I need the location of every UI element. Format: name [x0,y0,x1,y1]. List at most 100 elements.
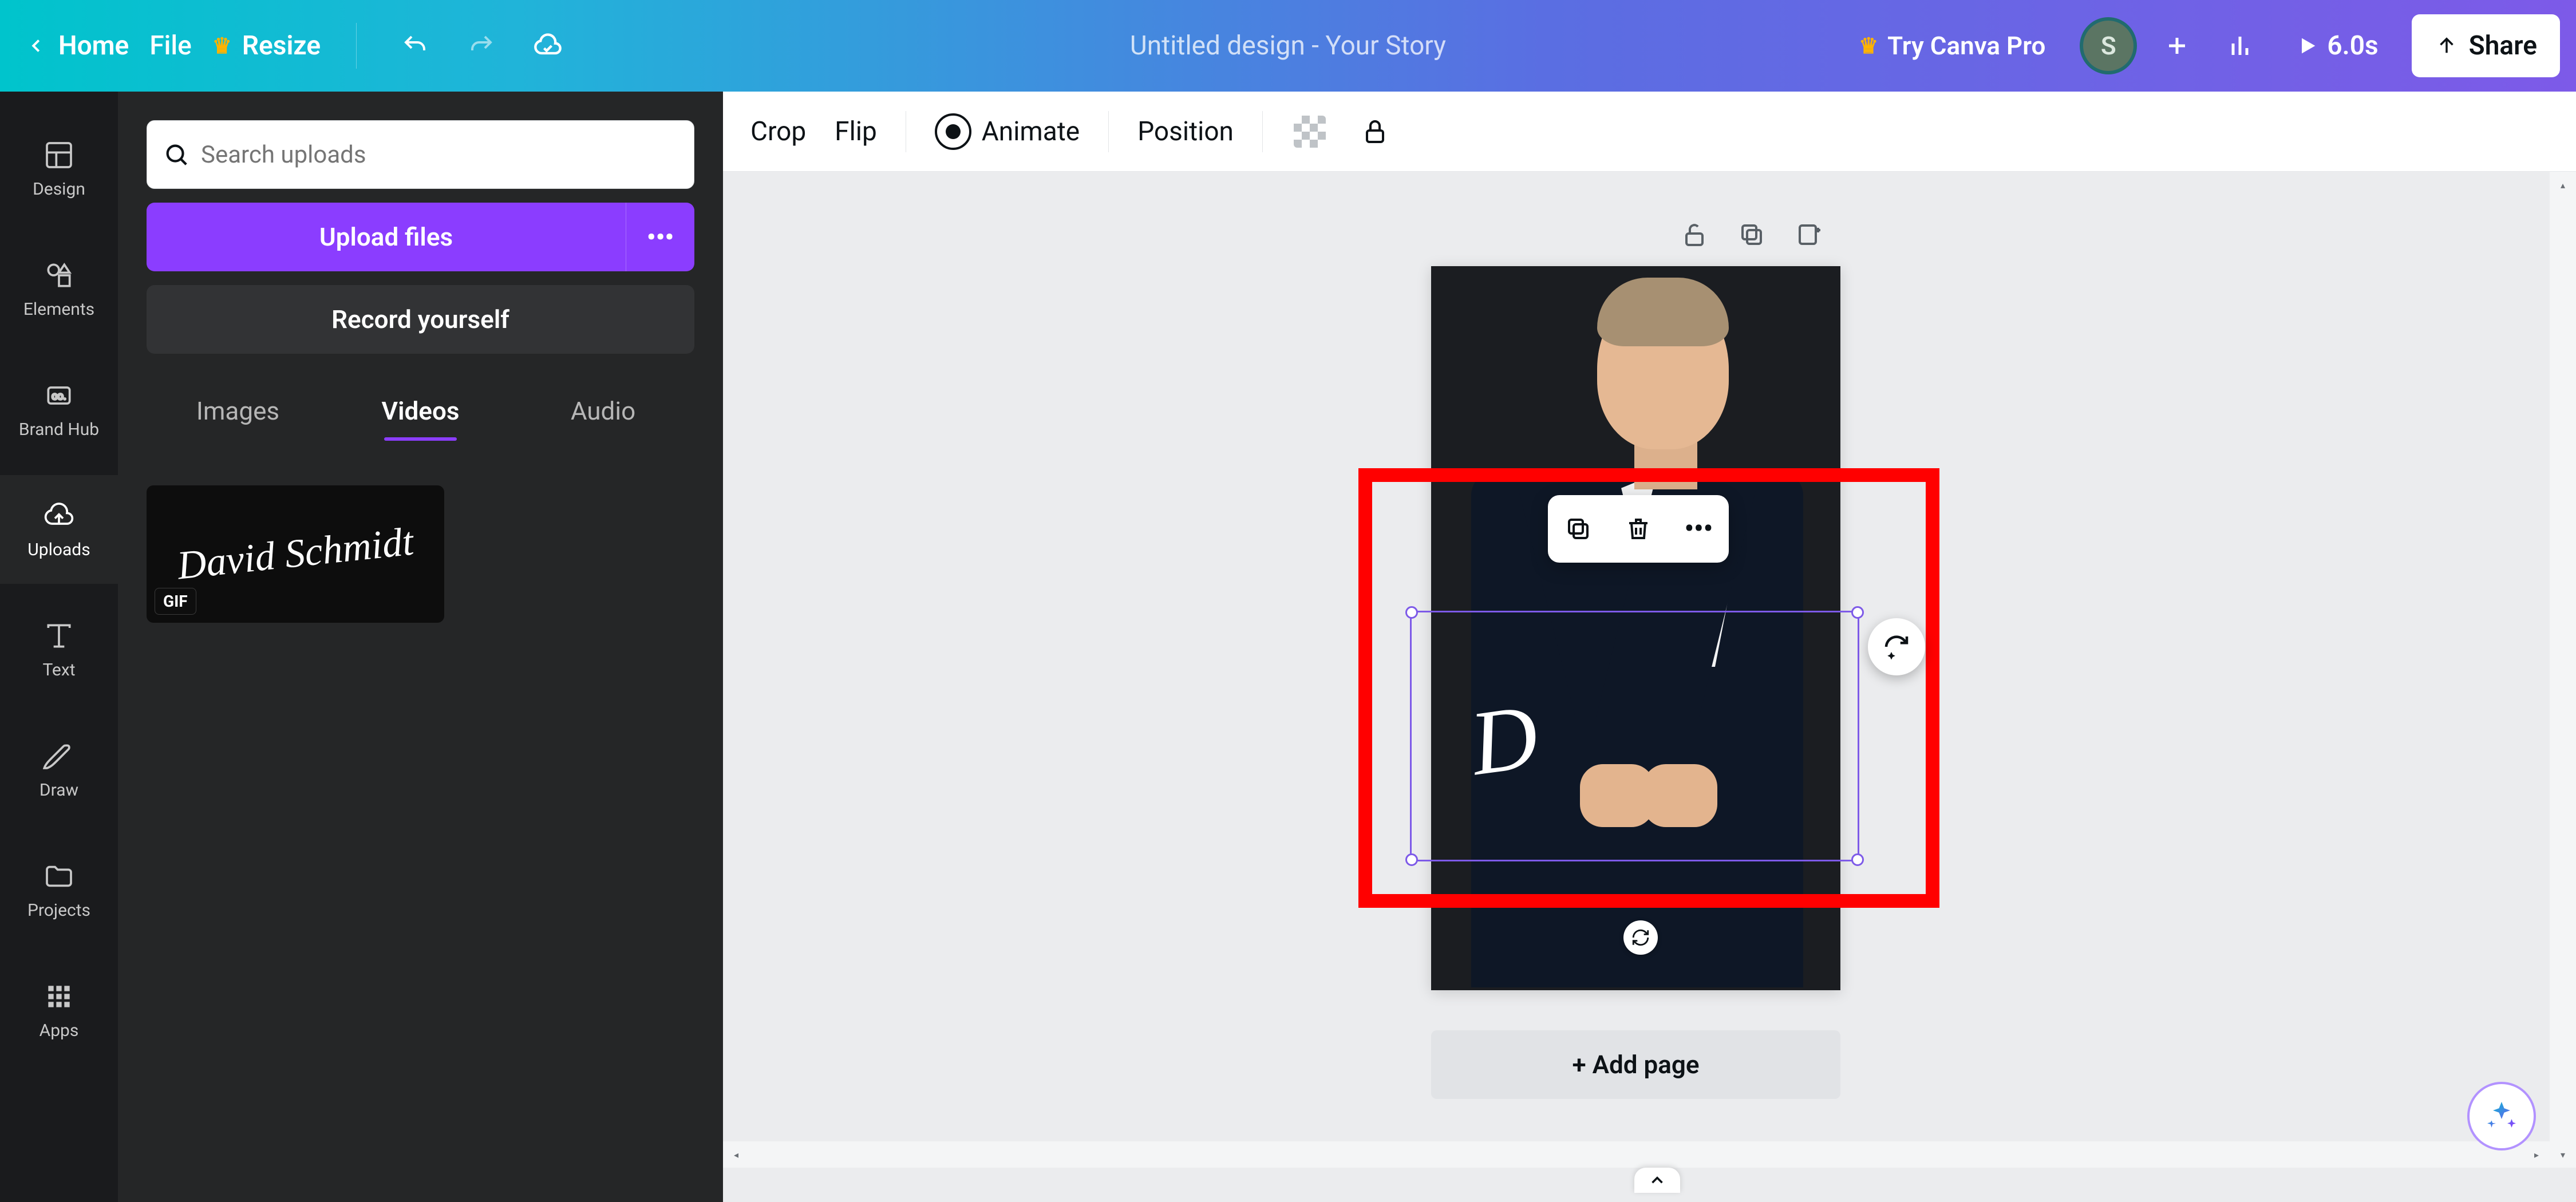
file-label: File [149,30,191,61]
signature-preview: David Schmidt [175,519,416,590]
delete-button[interactable] [1618,508,1659,549]
preview-duration-button[interactable]: 6.0s [2280,17,2394,74]
floating-toolbar: ••• [1548,495,1729,563]
add-page-icon [1795,221,1823,248]
rail-text[interactable]: Text [0,595,118,704]
ellipsis-icon: ••• [647,222,674,252]
separator [356,23,357,69]
ellipsis-icon: ••• [1685,513,1713,544]
resize-handle[interactable] [1851,853,1864,866]
rail-design[interactable]: Design [0,114,118,223]
home-label: Home [58,30,129,61]
transparency-icon [1294,116,1326,148]
rail-label: Apps [39,1021,79,1041]
rail-projects[interactable]: Projects [0,836,118,944]
tab-label: Videos [382,396,460,426]
resize-button[interactable]: ♛ Resize [212,30,321,61]
tab-videos[interactable]: Videos [329,382,512,440]
topbar-left: Home File ♛ Resize [0,23,571,69]
sparkle-icon [2484,1099,2519,1133]
document-title[interactable]: Untitled design - Your Story [1130,30,1446,61]
page-duplicate-button[interactable] [1735,218,1769,252]
cloud-status-button[interactable] [525,23,571,69]
resize-handle[interactable] [1405,606,1418,619]
redo-button[interactable] [459,23,504,69]
folder-icon [43,860,75,892]
duplicate-icon [1738,221,1765,248]
search-icon [163,141,189,168]
timeline-expand-button[interactable] [1634,1168,1680,1193]
pencil-icon [43,740,75,772]
rail-apps[interactable]: Apps [0,956,118,1065]
animate-button[interactable]: Animate [935,113,1080,150]
horizontal-scrollbar[interactable]: ◂ ▸ [723,1141,2550,1168]
scroll-left-button[interactable]: ◂ [723,1141,749,1168]
record-yourself-button[interactable]: Record yourself [147,285,694,354]
resize-handle[interactable] [1405,853,1418,866]
chevron-up-icon [1647,1171,1667,1190]
search-bar[interactable] [147,120,694,189]
file-menu[interactable]: File [149,30,191,61]
avatar-initial: S [2101,31,2116,61]
home-button[interactable]: Home [25,30,129,61]
magic-button[interactable] [2467,1082,2536,1150]
grid-icon [43,980,75,1013]
vertical-scrollbar[interactable]: ▴ ▾ [2550,172,2576,1168]
search-input[interactable] [201,141,678,169]
sparkle-refresh-icon [1881,631,1912,662]
plus-icon [2163,32,2191,60]
position-button[interactable]: Position [1137,116,1234,147]
try-pro-button[interactable]: ♛ Try Canva Pro [1842,17,2063,74]
page-unlock-button[interactable] [1677,218,1712,252]
tab-audio[interactable]: Audio [512,382,694,440]
record-label: Record yourself [331,305,509,334]
separator [1108,111,1109,152]
rotate-icon [1631,928,1650,947]
uploads-panel: Upload files ••• Record yourself Images … [118,92,723,1202]
upload-label: Upload files [319,222,453,252]
crop-button[interactable]: Crop [750,116,806,147]
play-icon [2296,34,2319,57]
avatar[interactable]: S [2080,17,2137,74]
insights-button[interactable] [2217,23,2263,69]
rail-uploads[interactable]: Uploads [0,475,118,584]
lock-button[interactable] [1357,113,1393,150]
upload-thumbnail[interactable]: David Schmidt GIF [147,485,444,623]
layout-icon [43,139,75,171]
resize-handle[interactable] [1851,606,1864,619]
trash-icon [1625,515,1652,543]
share-button[interactable]: Share [2412,14,2560,77]
lock-icon [1361,118,1389,145]
rail-label: Projects [27,900,90,920]
scroll-down-button[interactable]: ▾ [2550,1141,2576,1168]
transparency-button[interactable] [1291,113,1328,150]
upload-more-button[interactable]: ••• [626,203,694,271]
duplicate-button[interactable] [1558,508,1599,549]
topbar-right: ♛ Try Canva Pro S 6.0s Share [1842,14,2560,77]
duration-label: 6.0s [2327,30,2378,61]
rail-draw[interactable]: Draw [0,715,118,824]
ai-write-button[interactable] [1868,618,1925,675]
scroll-up-button[interactable]: ▴ [2550,172,2576,198]
bar-chart-icon [2226,32,2254,60]
try-pro-label: Try Canva Pro [1887,31,2045,61]
rail-brand-hub[interactable]: co. Brand Hub [0,355,118,464]
add-page-button[interactable]: + Add page [1431,1030,1840,1099]
upload-files-button[interactable]: Upload files [147,203,626,271]
undo-button[interactable] [392,23,438,69]
share-label: Share [2469,30,2537,61]
cloud-check-icon [533,31,563,61]
flip-button[interactable]: Flip [835,116,877,147]
rail-elements[interactable]: Elements [0,235,118,343]
rail-label: Brand Hub [19,420,99,440]
scroll-right-button[interactable]: ▸ [2523,1141,2550,1168]
page-add-button[interactable] [1792,218,1826,252]
canvas-signature[interactable]: D [1464,683,1544,797]
add-member-button[interactable] [2154,23,2200,69]
tab-images[interactable]: Images [147,382,329,440]
rotate-handle[interactable] [1623,920,1658,955]
tab-label: Images [196,396,279,426]
top-bar: Home File ♛ Resize Untitled design - You… [0,0,2576,92]
crown-icon: ♛ [212,33,232,59]
more-button[interactable]: ••• [1678,508,1719,549]
